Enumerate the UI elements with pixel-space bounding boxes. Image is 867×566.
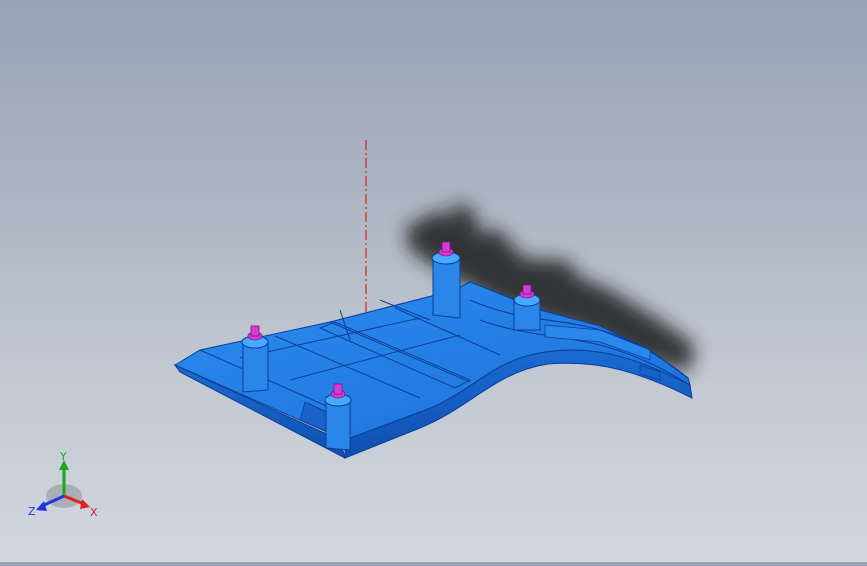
screw-front-left[interactable] [247,325,263,341]
boss-rear-left[interactable] [431,251,461,319]
model-view[interactable] [0,0,867,562]
y-axis-label: Y [59,450,67,463]
x-axis-label: X [90,506,98,519]
boss-front-right[interactable] [324,393,352,451]
z-axis-label: Z [28,505,36,518]
graphics-viewport[interactable] [0,0,867,562]
boss-rear-right[interactable] [513,293,541,331]
reference-triad[interactable]: Y X Z [24,448,104,520]
boss-front-left[interactable] [241,335,269,393]
